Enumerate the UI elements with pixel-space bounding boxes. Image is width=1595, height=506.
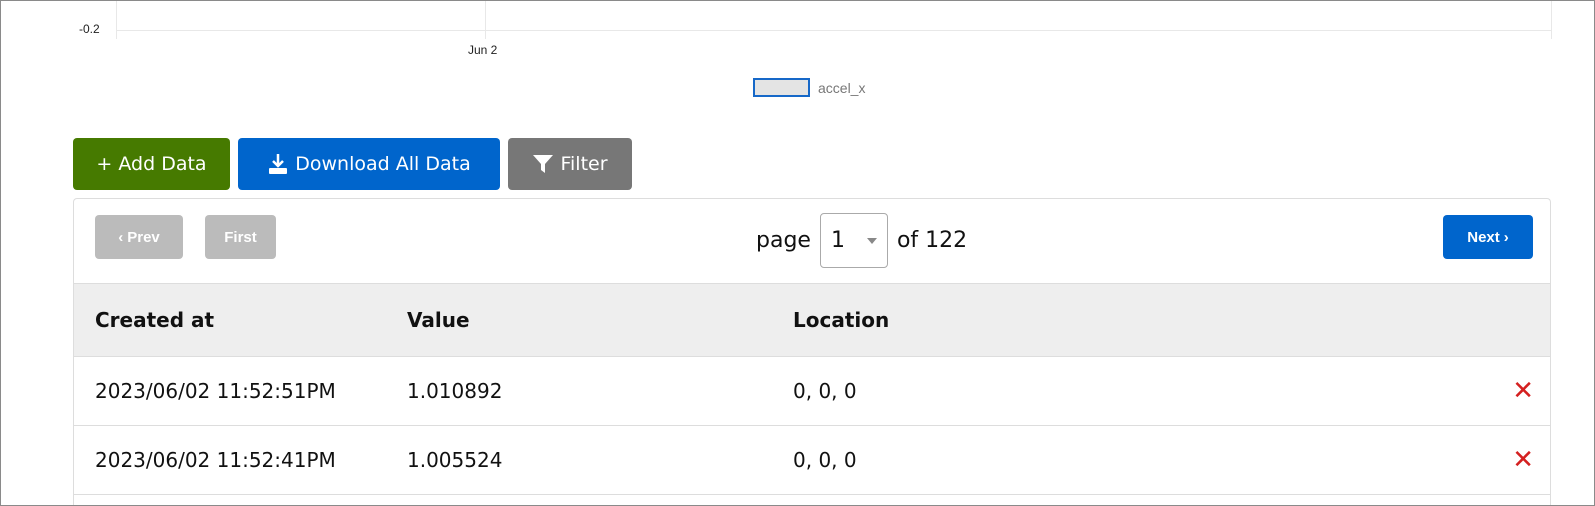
filter-button[interactable]: Filter — [508, 138, 632, 190]
next-label: Next — [1467, 228, 1500, 246]
first-button[interactable]: First — [205, 215, 276, 259]
column-value[interactable]: Value — [407, 308, 470, 332]
cell-value: 1.010892 — [407, 379, 503, 403]
y-axis-line — [116, 1, 117, 39]
chevron-left-icon: ‹ — [118, 228, 124, 246]
current-page: 1 — [830, 228, 845, 253]
data-table-panel: ‹ Prev First page 1 of 122 Next › Create… — [73, 198, 1551, 505]
x-tick-label: Jun 2 — [468, 43, 498, 57]
cell-location: 0, 0, 0 — [793, 379, 857, 403]
cell-created-at: 2023/06/02 11:52:41PM — [95, 448, 336, 472]
first-label: First — [224, 228, 257, 246]
add-data-button[interactable]: + Add Data — [73, 138, 230, 190]
page-selector: page 1 of 122 — [756, 213, 967, 268]
prev-label: Prev — [127, 228, 160, 246]
column-location[interactable]: Location — [793, 308, 889, 332]
prev-button[interactable]: ‹ Prev — [95, 215, 183, 259]
legend[interactable]: accel_x — [753, 78, 865, 97]
y-tick-label: -0.2 — [79, 22, 100, 36]
chevron-right-icon: › — [1503, 228, 1509, 246]
table-row: 2023/06/02 11:52:51PM 1.010892 0, 0, 0 ✕ — [74, 356, 1550, 425]
cell-value: 1.005524 — [407, 448, 503, 472]
download-label: Download All Data — [295, 153, 471, 175]
table-row-divider — [74, 494, 1550, 495]
cell-created-at: 2023/06/02 11:52:51PM — [95, 379, 336, 403]
delete-icon[interactable]: ✕ — [1512, 445, 1534, 475]
cell-location: 0, 0, 0 — [793, 448, 857, 472]
y-gridline — [116, 30, 1551, 31]
legend-swatch — [753, 78, 810, 97]
page-total: of 122 — [896, 228, 968, 253]
page-label: page — [756, 228, 811, 253]
chart-right-edge — [1551, 1, 1552, 39]
delete-icon[interactable]: ✕ — [1512, 376, 1534, 406]
app-window: -0.2 Jun 2 accel_x + Add Data Download A… — [0, 0, 1595, 506]
table-row: 2023/06/02 11:52:41PM 1.005524 0, 0, 0 ✕ — [74, 425, 1550, 494]
page-select[interactable]: 1 — [819, 213, 888, 268]
filter-icon — [533, 155, 554, 173]
table-header: Created at Value Location — [74, 283, 1550, 356]
caret-down-icon — [866, 237, 877, 244]
download-all-data-button[interactable]: Download All Data — [238, 138, 500, 190]
download-icon — [269, 154, 288, 174]
legend-label: accel_x — [818, 79, 866, 96]
x-gridline — [485, 1, 486, 39]
filter-label: Filter — [560, 153, 608, 175]
chart: -0.2 Jun 2 accel_x — [1, 1, 1594, 111]
next-button[interactable]: Next › — [1443, 215, 1533, 259]
column-created-at[interactable]: Created at — [95, 308, 214, 332]
add-data-label: + Add Data — [96, 153, 207, 175]
